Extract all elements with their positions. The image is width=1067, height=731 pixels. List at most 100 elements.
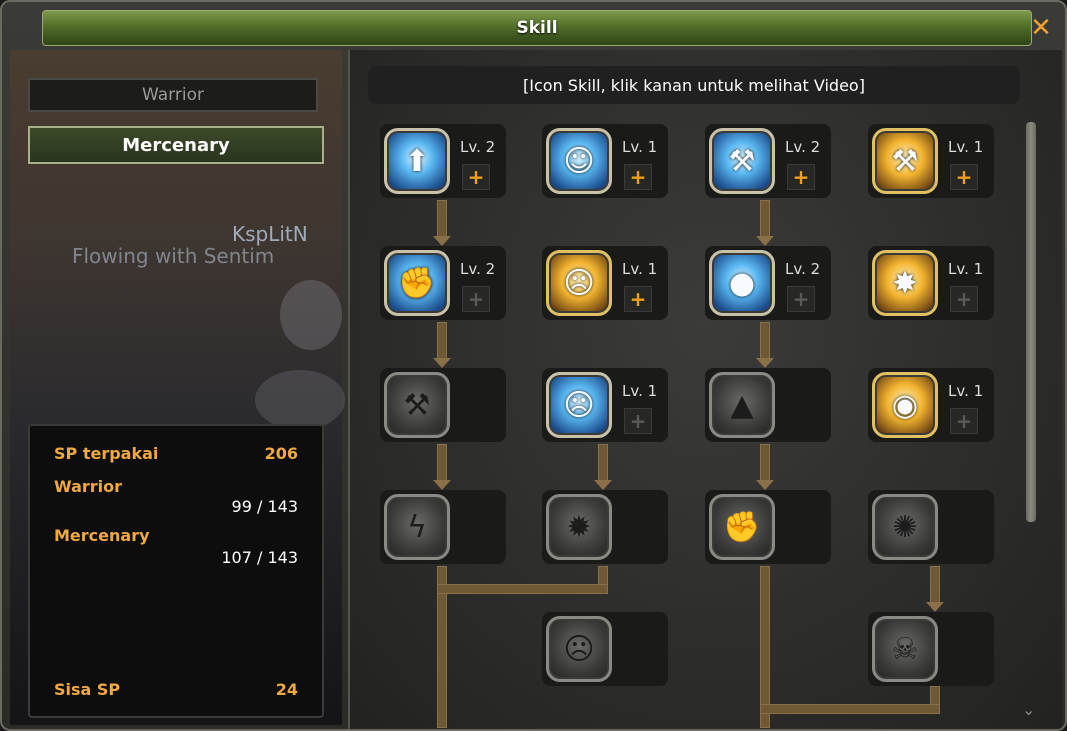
skill-tree-panel: [Icon Skill, klik kanan untuk melihat Vi… — [348, 50, 1062, 729]
connector-arrow — [433, 480, 451, 490]
connector-arrow — [756, 480, 774, 490]
connector-arrow — [433, 358, 451, 368]
skill-slot: ⚒ Lv. 1 + — [868, 124, 994, 198]
locked-lightning-icon[interactable]: ϟ — [384, 494, 450, 560]
sp-warrior-value: 99 / 143 — [231, 497, 298, 516]
skill-slot: ⚒ — [380, 368, 506, 442]
tab-mercenary[interactable]: Mercenary — [28, 126, 324, 164]
sp-remaining-value: 24 — [275, 680, 298, 699]
connector — [437, 444, 447, 484]
locked-spikes-icon[interactable]: ✺ — [872, 494, 938, 560]
connector — [930, 566, 940, 606]
sp-warrior-label: Warrior — [54, 477, 123, 496]
connector — [760, 200, 770, 240]
locked-scream-icon[interactable]: ☹ — [546, 616, 612, 682]
sp-used-label: SP terpakai — [54, 444, 159, 463]
skill-slot: ⚒ Lv. 2 + — [705, 124, 831, 198]
scroll-down-icon[interactable]: ⌄ — [1022, 700, 1035, 719]
skill-level-up-button[interactable]: + — [787, 286, 815, 312]
skill-slot: ▲ — [705, 368, 831, 442]
skill-level-up-button[interactable]: + — [624, 164, 652, 190]
golden-aura-icon[interactable]: ◉ — [872, 372, 938, 438]
skill-slot: ✹ — [542, 490, 668, 564]
skill-level: Lv. 2 — [785, 260, 821, 278]
skill-level: Lv. 1 — [948, 260, 984, 278]
scene-player-name: KspLitN — [232, 222, 308, 246]
skill-level: Lv. 1 — [622, 382, 658, 400]
skill-level: Lv. 1 — [622, 260, 658, 278]
stomp-icon[interactable]: ⬆ — [384, 128, 450, 194]
skill-level-up-button[interactable]: + — [624, 408, 652, 434]
skill-slot: ✺ — [868, 490, 994, 564]
axe-icon[interactable]: ⚒ — [709, 128, 775, 194]
skill-slot: ϟ — [380, 490, 506, 564]
skill-slot: ✊ — [705, 490, 831, 564]
connector — [760, 322, 770, 362]
skill-level-up-button[interactable]: + — [462, 286, 490, 312]
skill-slot: ☹ Lv. 1 + — [542, 368, 668, 442]
scrollbar-thumb[interactable] — [1026, 122, 1036, 522]
sp-used-value: 206 — [264, 444, 298, 463]
tab-warrior[interactable]: Warrior — [28, 78, 318, 112]
punch-icon[interactable]: ✊ — [384, 250, 450, 316]
skill-slot: ☺ Lv. 1 + — [542, 124, 668, 198]
close-button[interactable]: ✕ — [1027, 14, 1055, 42]
connector — [598, 444, 608, 484]
ground-smash-icon[interactable]: ✸ — [872, 250, 938, 316]
skill-level-up-button[interactable]: + — [462, 164, 490, 190]
connector-arrow — [594, 480, 612, 490]
bomb-icon[interactable]: ● — [709, 250, 775, 316]
scene-character-body — [255, 370, 345, 430]
skill-level-up-button[interactable]: + — [787, 164, 815, 190]
hint-bar: [Icon Skill, klik kanan untuk melihat Vi… — [368, 66, 1020, 104]
skill-level-up-button[interactable]: + — [950, 164, 978, 190]
skill-slot: ✸ Lv. 1 + — [868, 246, 994, 320]
locked-strike-icon[interactable]: ✊ — [709, 494, 775, 560]
sp-used-row: SP terpakai 206 — [54, 444, 298, 463]
locked-skull-icon[interactable]: ☠ — [872, 616, 938, 682]
skill-level: Lv. 2 — [460, 138, 496, 156]
skill-slot: ◉ Lv. 1 + — [868, 368, 994, 442]
skill-level: Lv. 1 — [622, 138, 658, 156]
locked-burst-icon[interactable]: ✹ — [546, 494, 612, 560]
connector — [760, 444, 770, 484]
connector — [437, 584, 608, 594]
shout-icon[interactable]: ☹ — [546, 250, 612, 316]
skill-slot: ✊ Lv. 2 + — [380, 246, 506, 320]
connector-arrow — [756, 358, 774, 368]
skill-level: Lv. 1 — [948, 382, 984, 400]
skill-level-up-button[interactable]: + — [950, 408, 978, 434]
skill-slot: ⬆ Lv. 2 + — [380, 124, 506, 198]
roar-icon[interactable]: ☺ — [546, 128, 612, 194]
sp-remaining-row: Sisa SP 24 — [54, 680, 298, 699]
window-title: Skill — [516, 18, 558, 38]
locked-flame-icon[interactable]: ▲ — [709, 372, 775, 438]
skill-level: Lv. 2 — [785, 138, 821, 156]
connector — [760, 704, 940, 714]
sp-remaining-label: Sisa SP — [54, 680, 121, 699]
locked-hammer-icon[interactable]: ⚒ — [384, 372, 450, 438]
skill-level-up-button[interactable]: + — [624, 286, 652, 312]
skill-level: Lv. 1 — [948, 138, 984, 156]
connector-arrow — [926, 602, 944, 612]
sp-summary-panel: SP terpakai 206 Warrior 99 / 143 Mercena… — [28, 424, 324, 718]
connector-arrow — [756, 236, 774, 246]
connector — [437, 200, 447, 240]
connector-arrow — [433, 236, 451, 246]
connector — [437, 322, 447, 362]
rage-face-icon[interactable]: ☹ — [546, 372, 612, 438]
hammer-strike-icon[interactable]: ⚒ — [872, 128, 938, 194]
skill-slot: ● Lv. 2 + — [705, 246, 831, 320]
scrollbar-track[interactable] — [1026, 122, 1036, 522]
skill-window: Skill ✕ KspLitN Flowing with Sentim Warr… — [0, 0, 1067, 731]
scene-guild-text: Flowing with Sentim — [72, 244, 275, 268]
skill-slot: ☠ — [868, 612, 994, 686]
sp-warrior-row: Warrior — [54, 477, 298, 496]
sp-mercenary-label: Mercenary — [54, 526, 150, 545]
sp-mercenary-value: 107 / 143 — [221, 548, 298, 567]
skill-level: Lv. 2 — [460, 260, 496, 278]
skill-slot: ☹ Lv. 1 + — [542, 246, 668, 320]
skill-level-up-button[interactable]: + — [950, 286, 978, 312]
scene-character — [280, 280, 342, 350]
title-bar: Skill — [42, 10, 1032, 46]
